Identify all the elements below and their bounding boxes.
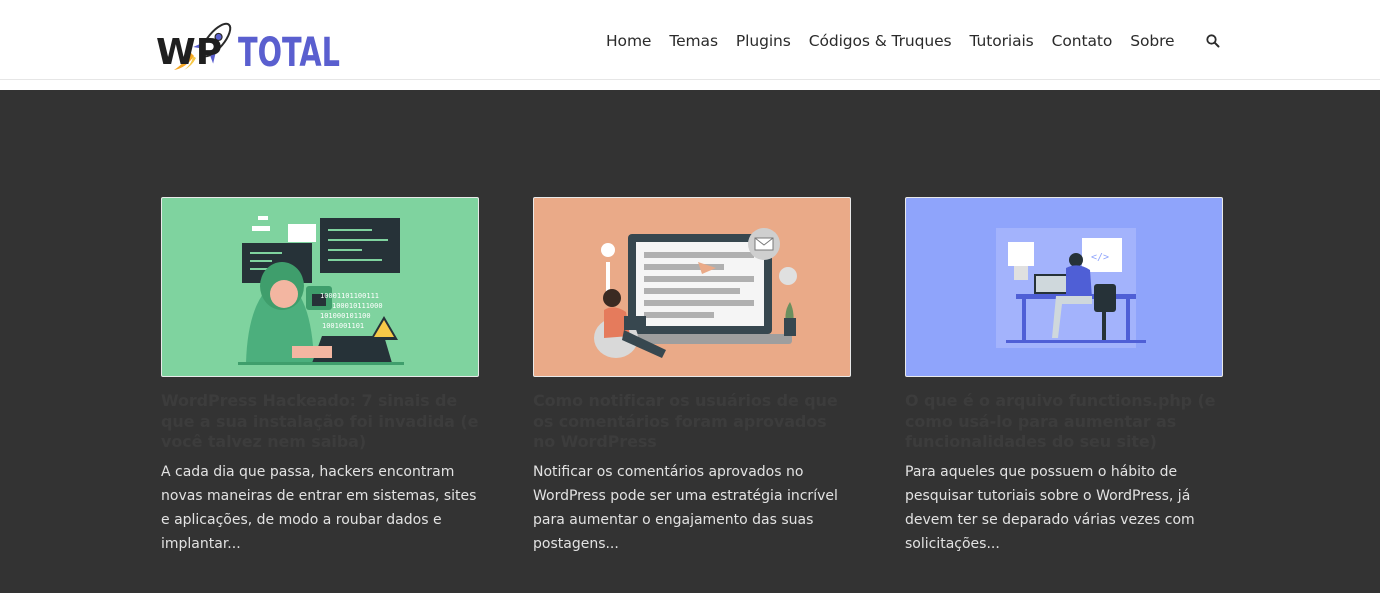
nav-item-codigos-truques[interactable]: Códigos & Truques bbox=[809, 32, 952, 50]
post-thumbnail-comments[interactable] bbox=[533, 197, 851, 377]
nav-item-temas[interactable]: Temas bbox=[669, 32, 718, 50]
nav-item-sobre[interactable]: Sobre bbox=[1130, 32, 1174, 50]
post-excerpt: A cada dia que passa, hackers encontram … bbox=[161, 463, 477, 552]
svg-text:100010111000: 100010111000 bbox=[332, 302, 383, 310]
svg-text:10001101100111: 10001101100111 bbox=[320, 292, 379, 300]
nav-item-home[interactable]: Home bbox=[606, 32, 651, 50]
hacker-illustration-icon: 10001101100111 100010111000 101000101100… bbox=[238, 216, 404, 365]
svg-text:</>: </> bbox=[1091, 252, 1109, 263]
laptop-notification-illustration-icon bbox=[594, 228, 797, 358]
post-title[interactable]: WordPress Hackeado: 7 sinais de que a su… bbox=[161, 391, 479, 453]
post-thumbnail-hacker[interactable]: 10001101100111 100010111000 101000101100… bbox=[161, 197, 479, 377]
post-card: Como notificar os usuários de que os com… bbox=[533, 197, 851, 556]
svg-text:101000101100: 101000101100 bbox=[320, 312, 371, 320]
main-nav: Home Temas Plugins Códigos & Truques Tut… bbox=[606, 29, 1192, 53]
nav-item-tutoriais[interactable]: Tutoriais bbox=[970, 32, 1034, 50]
rocket-logo-icon: WP TOTAL bbox=[156, 22, 340, 76]
svg-text:1001001101: 1001001101 bbox=[322, 322, 364, 330]
post-card: </> O que é o arquivo functions.php (e c… bbox=[905, 197, 1223, 556]
logo-total-text: TOTAL bbox=[238, 30, 340, 74]
developer-desk-illustration-icon: </> bbox=[996, 228, 1146, 348]
search-icon[interactable] bbox=[1205, 33, 1221, 49]
logo-wp-text: WP bbox=[156, 32, 222, 73]
post-thumbnail-functions-php[interactable]: </> bbox=[905, 197, 1223, 377]
post-excerpt: Para aqueles que possuem o hábito de pes… bbox=[905, 463, 1195, 552]
post-title[interactable]: O que é o arquivo functions.php (e como … bbox=[905, 391, 1223, 453]
site-logo[interactable]: WP TOTAL bbox=[156, 18, 342, 76]
site-header: WP TOTAL Home Temas Plugins Códigos & Tr… bbox=[0, 0, 1380, 80]
nav-item-contato[interactable]: Contato bbox=[1052, 32, 1113, 50]
post-title[interactable]: Como notificar os usuários de que os com… bbox=[533, 391, 851, 453]
header-spacer bbox=[0, 80, 1380, 90]
post-card: 10001101100111 100010111000 101000101100… bbox=[161, 197, 479, 556]
post-excerpt: Notificar os comentários aprovados no Wo… bbox=[533, 463, 838, 552]
nav-item-plugins[interactable]: Plugins bbox=[736, 32, 791, 50]
